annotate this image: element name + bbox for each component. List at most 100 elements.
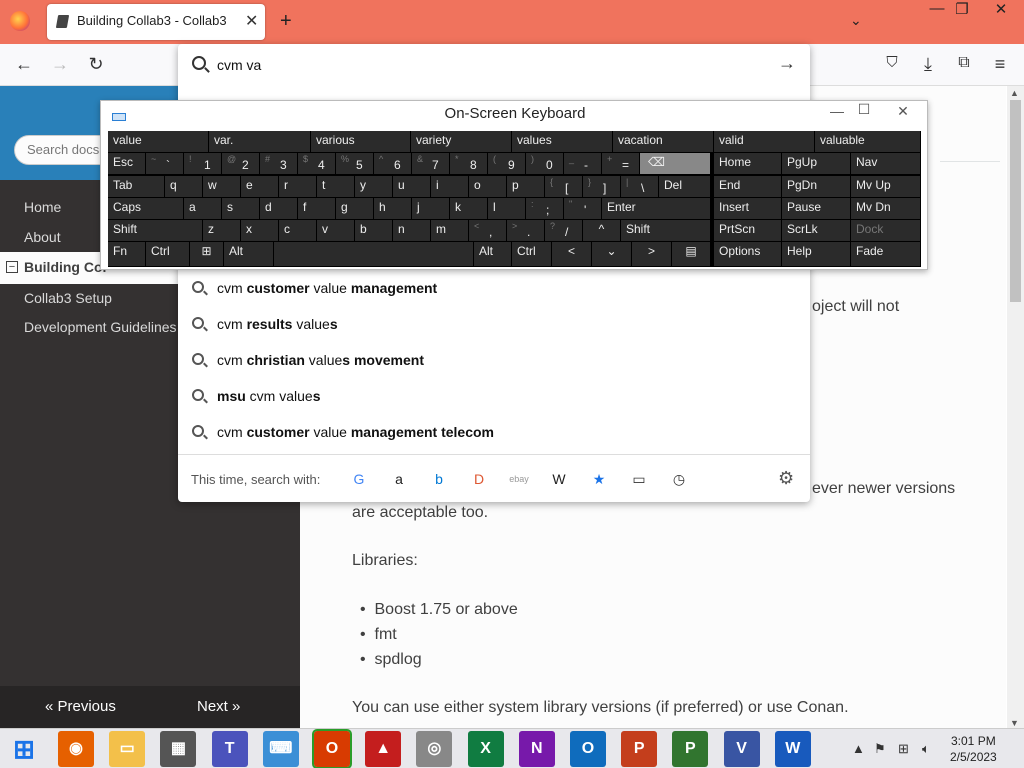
key-options[interactable]: Options [714, 242, 782, 267]
onenote-icon[interactable]: N [518, 731, 555, 767]
wikipedia-icon[interactable]: W [548, 468, 570, 490]
previous-link[interactable]: « Previous [45, 698, 116, 715]
key-u[interactable]: u [393, 176, 431, 198]
osk-icon[interactable]: ⌨ [262, 731, 299, 767]
history-icon[interactable]: ◷ [668, 468, 690, 490]
key-punct2-1[interactable]: >. [507, 220, 545, 242]
back-icon[interactable]: ← [12, 54, 36, 75]
visio-icon[interactable]: V [723, 731, 760, 767]
key-f[interactable]: f [298, 198, 336, 220]
prediction-valuable[interactable]: valuable [815, 131, 921, 153]
key-pgdn[interactable]: PgDn [782, 176, 851, 198]
prediction-various[interactable]: various [311, 131, 411, 153]
key-3[interactable]: #3 [260, 153, 298, 175]
outlook-icon[interactable]: O [570, 731, 606, 767]
suggestion-row[interactable]: cvm customer value management telecom [178, 414, 810, 450]
key-y[interactable]: y [355, 176, 393, 198]
amazon-icon[interactable]: a [388, 468, 410, 490]
sidebar-item-about[interactable]: About [24, 229, 61, 245]
excel-icon[interactable]: X [467, 731, 504, 767]
key-j[interactable]: j [412, 198, 450, 220]
key-c[interactable]: c [279, 220, 317, 242]
sidebar-item-home[interactable]: Home [24, 199, 61, 215]
key-alt-right[interactable]: Alt [474, 242, 512, 267]
collapse-icon[interactable]: − [6, 261, 18, 273]
key-w[interactable]: w [203, 176, 241, 198]
prediction-valid[interactable]: valid [714, 131, 815, 153]
space-key[interactable] [274, 242, 474, 267]
key-punct-1[interactable]: " ' [564, 198, 602, 220]
scroll-down-icon[interactable]: ▼ [1010, 718, 1019, 728]
key-pause[interactable]: Pause [782, 198, 851, 220]
key-fade[interactable]: Fade [851, 242, 921, 267]
key-scrlk[interactable]: ScrLk [782, 220, 851, 242]
key-mvdn[interactable]: Mv Dn [851, 198, 921, 220]
teams-icon[interactable]: T [211, 731, 248, 767]
prediction-values[interactable]: values [512, 131, 613, 153]
key-o[interactable]: o [469, 176, 507, 198]
key-5[interactable]: % 5 [336, 153, 374, 175]
pocket-icon[interactable]: ⛉ [880, 54, 904, 71]
firefox-menu-icon[interactable] [10, 11, 30, 31]
forward-icon[interactable]: → [48, 54, 72, 75]
key-l[interactable]: l [488, 198, 526, 220]
key-b[interactable]: b [355, 220, 393, 242]
osk-maximize-icon[interactable]: ☐ [850, 101, 878, 118]
key-bracket-2[interactable]: | \ [621, 176, 659, 198]
office-icon[interactable]: O [312, 729, 352, 768]
key-del[interactable]: Del [659, 176, 711, 198]
prediction-value[interactable]: value [108, 131, 209, 153]
acrobat-icon[interactable]: ▲ [365, 731, 402, 767]
google-icon[interactable]: G [348, 468, 370, 490]
key-enter[interactable]: Enter [602, 198, 711, 220]
key-insert[interactable]: Insert [714, 198, 782, 220]
key-r[interactable]: r [279, 176, 317, 198]
sidebar-item-setup[interactable]: Collab3 Setup [24, 290, 112, 306]
prediction-var.[interactable]: var. [209, 131, 311, 153]
prediction-variety[interactable]: variety [411, 131, 512, 153]
key-h[interactable]: h [374, 198, 412, 220]
key-z[interactable]: z [203, 220, 241, 242]
key-mvup[interactable]: Mv Up [851, 176, 921, 198]
key-ctrl-left[interactable]: Ctrl [146, 242, 190, 267]
key-punct2-2[interactable]: ? / [545, 220, 583, 242]
flag-icon[interactable]: ⚑ [874, 741, 886, 757]
suggestion-row[interactable]: cvm results values [178, 306, 810, 342]
osk-close-icon[interactable]: ✕ [887, 103, 919, 121]
project-icon[interactable]: P [672, 731, 709, 767]
downloads-icon[interactable]: ⤓ [916, 54, 940, 75]
key-punct2-0[interactable]: <, [469, 220, 507, 242]
ebay-icon[interactable]: ebay [508, 468, 530, 490]
windows-key-icon[interactable]: ⊞ [190, 242, 224, 267]
reload-icon[interactable]: ↻ [84, 54, 108, 75]
firefox-icon[interactable]: ◉ [58, 731, 94, 767]
menu-icon[interactable]: ≡ [988, 54, 1012, 75]
duckduckgo-icon[interactable]: D [468, 468, 490, 490]
key-s[interactable]: s [222, 198, 260, 220]
bing-icon[interactable]: b [428, 468, 450, 490]
prediction-vacation[interactable]: vacation [613, 131, 714, 153]
arrow-right-key[interactable]: > [632, 242, 672, 267]
key-d[interactable]: d [260, 198, 298, 220]
key-0[interactable]: ~ ` [146, 153, 184, 175]
key-bracket-1[interactable]: }] [583, 176, 621, 198]
key-q[interactable]: q [165, 176, 203, 198]
key-g[interactable]: g [336, 198, 374, 220]
media-icon[interactable]: ◎ [416, 731, 453, 767]
tab-active[interactable]: Building Collab3 - Collab3 ✕ [47, 4, 265, 40]
key-e[interactable]: e [241, 176, 279, 198]
arrow-left-key[interactable]: < [552, 242, 592, 267]
key-shift-right[interactable]: Shift [621, 220, 711, 242]
tab-close-icon[interactable]: ✕ [245, 11, 258, 31]
key-v[interactable]: v [317, 220, 355, 242]
key-bracket-0[interactable]: {[ [545, 176, 583, 198]
suggestion-row[interactable]: cvm christian values movement [178, 342, 810, 378]
key-t[interactable]: t [317, 176, 355, 198]
sidebar-item-guidelines[interactable]: Development Guidelines [24, 319, 177, 335]
key-7[interactable]: & 7 [412, 153, 450, 175]
backspace-key[interactable]: ⌫ [640, 153, 711, 175]
go-arrow-icon[interactable]: → [778, 53, 796, 74]
key-ctrl-right[interactable]: Ctrl [512, 242, 552, 267]
key-2[interactable]: @2 [222, 153, 260, 175]
key-tab[interactable]: Tab [108, 176, 165, 198]
